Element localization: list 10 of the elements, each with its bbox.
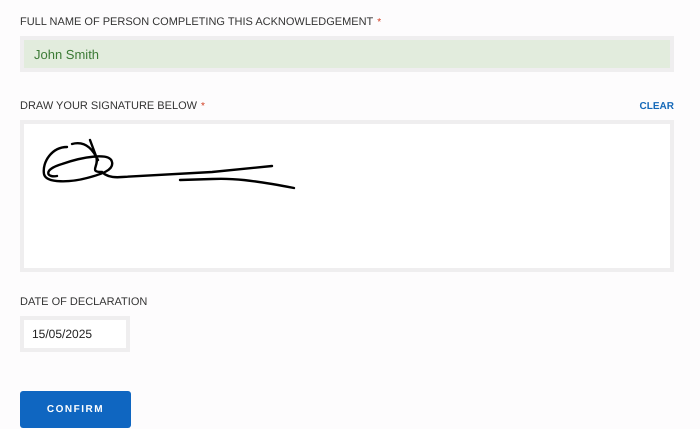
field-label: DATE OF DECLARATION xyxy=(20,296,148,308)
name-field[interactable]: John Smith xyxy=(20,36,674,72)
signature-pad[interactable] xyxy=(20,120,674,272)
required-mark: * xyxy=(377,17,382,28)
required-mark: * xyxy=(201,101,205,112)
clear-link[interactable]: CLEAR xyxy=(640,101,674,112)
field-label: FULL NAME OF PERSON COMPLETING THIS ACKNOWLEDGEMENT xyxy=(20,16,374,28)
confirm-button[interactable]: CONFIRM xyxy=(20,391,131,428)
date-field[interactable]: 15/05/2025 xyxy=(20,316,130,352)
field-label: DRAW YOUR SIGNATURE BELOW xyxy=(20,100,198,112)
